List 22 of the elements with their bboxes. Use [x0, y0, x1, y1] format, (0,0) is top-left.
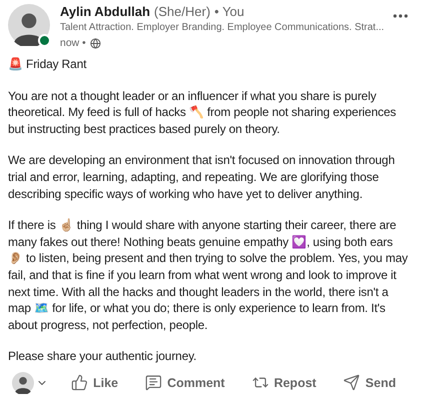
avatar	[8, 4, 50, 46]
speech-bubble-icon	[145, 374, 162, 391]
post-time: now •	[60, 36, 86, 50]
post-paragraph: If there is ☝🏼 thing I would share with anyone starting their career, there are many fakes out there! Nothing beats genuine empathy 💟, using both ears 👂🏼 to listen, being present and then trying to solve the problem. Yes, you may fail, and that is fine if you learn from what went wrong and look to improve it next time. With all the hacks and thought leaders in the world, there isn't a map 🗺 for life, or what you do; there is only experience to learn from. It's about progress, not perfection, people.	[8, 217, 409, 334]
small-avatar	[12, 372, 34, 394]
more-icon	[393, 14, 408, 18]
post-title: 🚨 Friday Rant	[8, 56, 88, 73]
author-headline: Talent Attraction. Employer Branding. Employee Communications. Strat...	[60, 21, 381, 35]
post-paragraph: You are not a thought leader or an influencer if what you share is purely theoretical. My feed is full of hacks 🪓 from people not sharing experiences but instructing best practices based purely on theory.	[8, 88, 397, 138]
globe-icon	[90, 38, 101, 48]
pronouns: (She/Her)	[154, 4, 210, 20]
like-button[interactable]: Like	[67, 370, 122, 395]
send-button[interactable]: Send	[339, 370, 400, 395]
identity-switcher[interactable]	[12, 372, 48, 394]
send-icon	[343, 374, 360, 391]
post-paragraph: Please share your authentic journey.	[8, 348, 198, 365]
comment-button[interactable]: Comment	[141, 370, 229, 395]
repost-button[interactable]: Repost	[248, 370, 320, 395]
author-name[interactable]: Aylin Abdullah	[60, 4, 150, 19]
post-paragraph: We are developing an environment that isn't focused on innovation through trial and error, learning, adapting, and repeating. We are glorifying those describing specific ways of working who have yet to deliver anything.	[8, 152, 396, 202]
thumbs-up-icon	[71, 374, 88, 391]
connection-degree: • You	[214, 4, 244, 20]
